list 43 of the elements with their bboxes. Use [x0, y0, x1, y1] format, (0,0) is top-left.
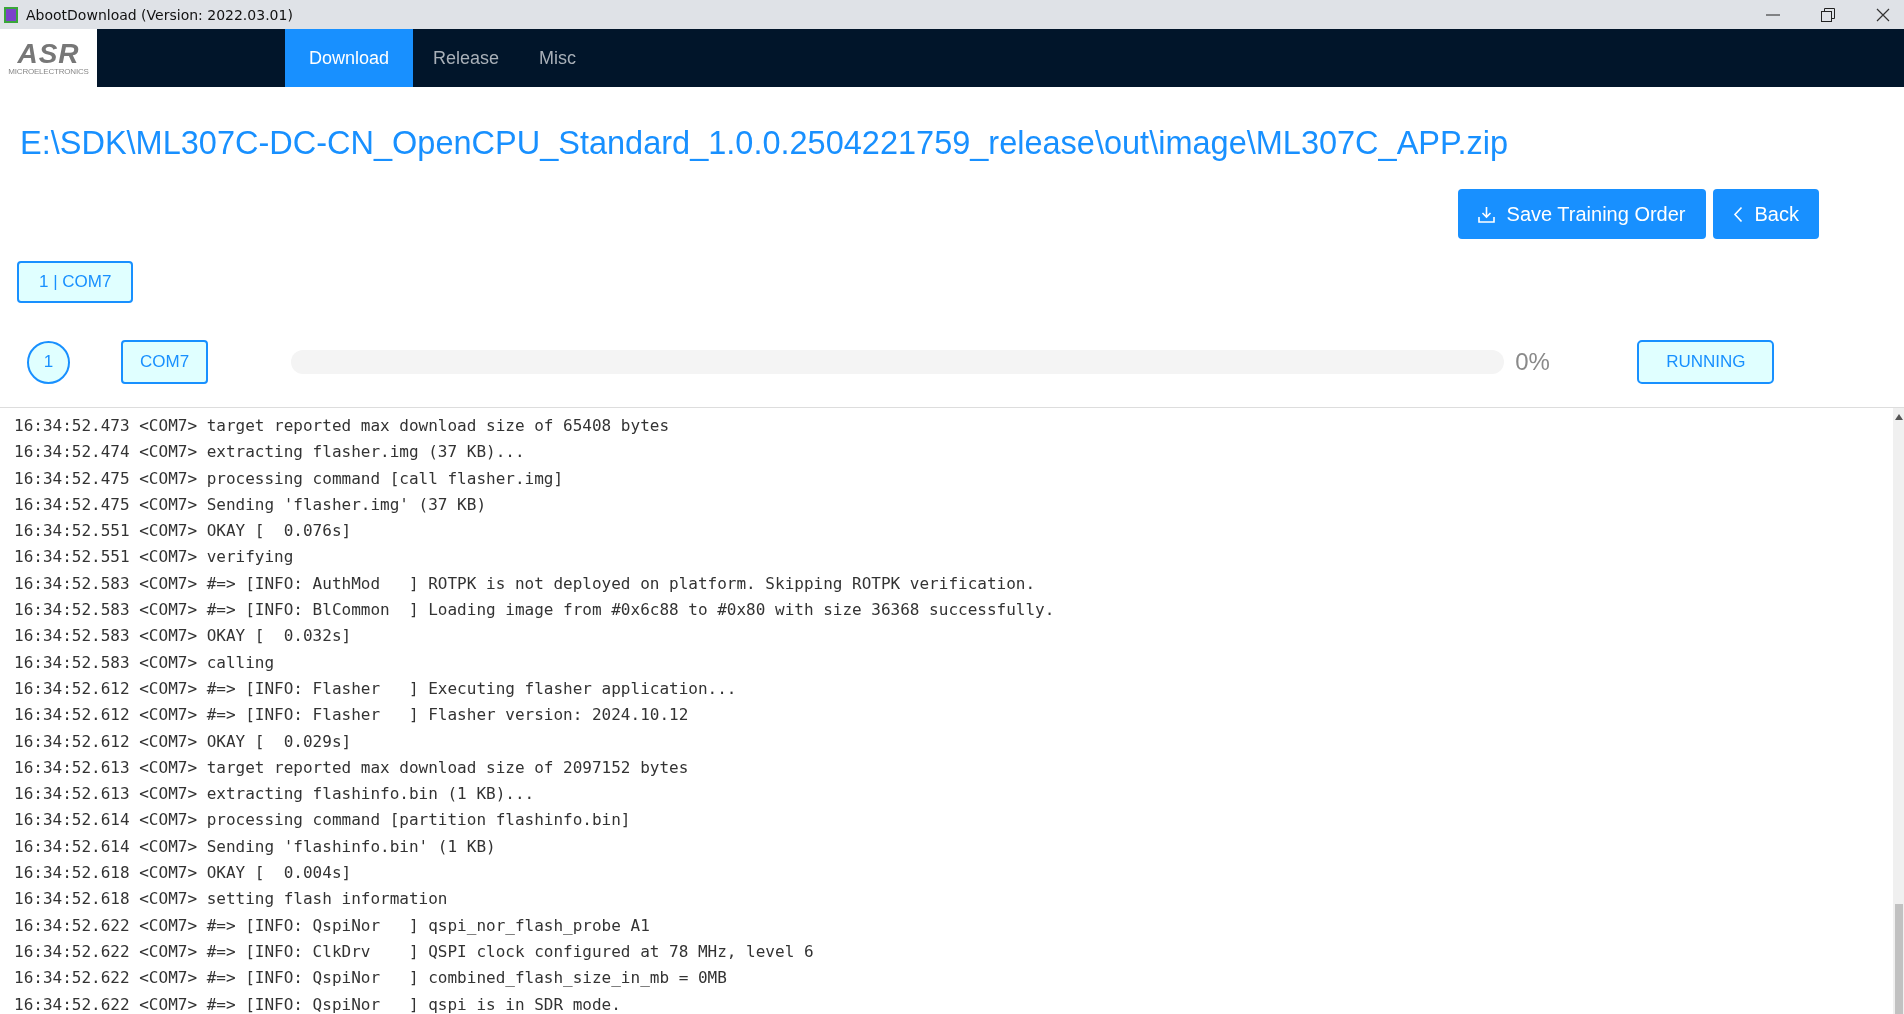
scrollbar[interactable] [1893, 408, 1904, 1014]
app-icon [4, 6, 18, 23]
log-line: 16:34:52.618 <COM7> OKAY [ 0.004s] [14, 862, 353, 885]
log-line: 16:34:52.583 <COM7> #=> [INFO: AuthMod ] ROTPK is not deployed on platform. Skipping ROTPK verification. [14, 572, 1037, 595]
nav-tab[interactable]: Download [285, 29, 414, 87]
log-line: 16:34:52.613 <COM7> extracting flashinfo.bin (1 KB)... [14, 783, 536, 806]
device-index: 1 [27, 340, 70, 384]
download-icon [1477, 205, 1495, 223]
log-line: 16:34:52.618 <COM7> setting flash information [14, 888, 449, 911]
save-button[interactable]: Save Training Order [1457, 189, 1706, 239]
restore-icon[interactable] [1821, 7, 1835, 22]
scrollbar-thumb[interactable] [1894, 904, 1903, 1014]
log-line: 16:34:52.612 <COM7> #=> [INFO: Flasher ] Flasher version: 2024.10.12 [14, 704, 690, 727]
scroll-up-icon[interactable] [1894, 414, 1903, 420]
close-icon[interactable] [1876, 7, 1890, 22]
progress-percent: 0% [1515, 348, 1551, 376]
log-line: 16:34:52.614 <COM7> processing command [partition flashinfo.bin] [14, 809, 632, 832]
window-title: AbootDownload (Version: 2022.03.01) [26, 6, 293, 23]
chevron-left-icon [1732, 205, 1743, 223]
log-line: 16:34:52.473 <COM7> target reported max download size of 65408 bytes [14, 415, 671, 437]
log-line: 16:34:52.583 <COM7> #=> [INFO: BlCommon ] Loading image from #0x6c88 to #0x80 with size 36368 successfully. [14, 599, 1056, 622]
log-line: 16:34:52.551 <COM7> verifying [14, 546, 295, 569]
log-line: 16:34:52.622 <COM7> #=> [INFO: QspiNor ] qspi_nor_flash_probe A1 [14, 914, 651, 937]
port-tag[interactable]: 1 | COM7 [17, 261, 134, 303]
back-button[interactable]: Back [1712, 189, 1819, 239]
log-line: 16:34:52.613 <COM7> target reported max download size of 2097152 bytes [14, 756, 690, 779]
log-line: 16:34:52.622 <COM7> #=> [INFO: QspiNor ] qspi is in SDR mode. [14, 993, 622, 1014]
port-label: COM7 [121, 340, 209, 384]
log-line: 16:34:52.612 <COM7> OKAY [ 0.029s] [14, 730, 353, 753]
log-line: 16:34:52.612 <COM7> #=> [INFO: Flasher ] Executing flasher application... [14, 677, 738, 700]
file-path: E:\SDK\ML307C-DC-CN_OpenCPU_Standard_1.0.0.2504221759_release\out\image\ML307C_APP.zip [20, 125, 1510, 162]
log-line: 16:34:52.475 <COM7> processing command [call flasher.img] [14, 467, 565, 490]
nav-tab[interactable]: Release [413, 29, 520, 87]
log-line: 16:34:52.475 <COM7> Sending 'flasher.img' (37 KB) [14, 493, 487, 516]
log-line: 16:34:52.614 <COM7> Sending 'flashinfo.bin' (1 KB) [14, 835, 497, 858]
log-line: 16:34:52.551 <COM7> OKAY [ 0.076s] [14, 520, 353, 543]
log-line: 16:34:52.622 <COM7> #=> [INFO: ClkDrv ] QSPI clock configured at 78 MHz, level 6 [14, 940, 815, 963]
status-label: RUNNING [1637, 340, 1775, 384]
log-line: 16:34:52.474 <COM7> extracting flasher.img (37 KB)... [14, 441, 526, 464]
nav-tab[interactable]: Misc [519, 29, 597, 87]
log-line: 16:34:52.583 <COM7> calling [14, 651, 276, 674]
log-line: 16:34:52.622 <COM7> #=> [INFO: QspiNor ] combined_flash_size_in_mb = 0MB [14, 967, 728, 990]
log-line: 16:34:52.583 <COM7> OKAY [ 0.032s] [14, 625, 353, 648]
